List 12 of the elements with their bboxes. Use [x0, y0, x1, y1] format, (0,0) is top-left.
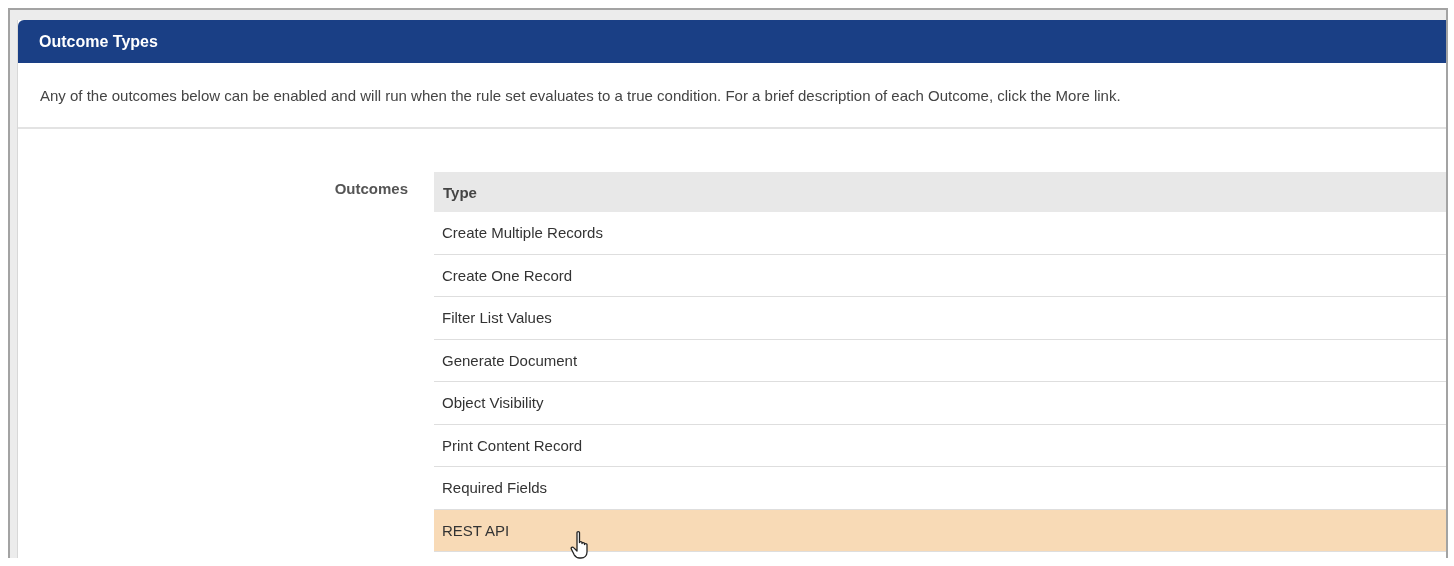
type-cell-text: Object Visibility — [441, 394, 544, 412]
type-cell-text: REST API — [441, 521, 510, 539]
panel-title: Outcome Types — [39, 32, 158, 51]
panel-description: Any of the outcomes below can be enabled and will run when the rule set evaluates to a true condition. For a brief description of each Outcome, click the More link. — [40, 86, 1121, 104]
type-cell-text: Generate Document — [441, 351, 578, 369]
type-cell-text: Filter List Values — [441, 309, 552, 327]
type-cell-text: Print Content Record — [441, 436, 583, 454]
type-cell-text: Create One Record — [441, 266, 573, 284]
type-cell-text: Create Multiple Records — [441, 224, 603, 242]
type-cell-text: Required Fields — [441, 479, 548, 497]
field-label: Outcomes — [334, 180, 408, 198]
column-header: Type — [442, 183, 477, 201]
